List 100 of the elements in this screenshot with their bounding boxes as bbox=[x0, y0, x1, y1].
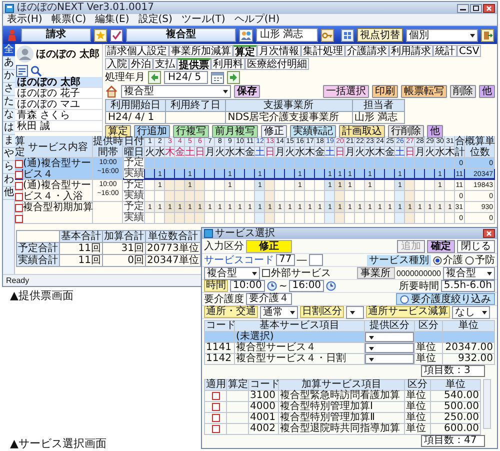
provision-select[interactable] bbox=[365, 354, 414, 364]
action-button[interactable]: 印刷 bbox=[372, 85, 398, 98]
view-select[interactable]: 個別 bbox=[406, 28, 478, 42]
checkbox[interactable] bbox=[212, 414, 220, 422]
condition-select[interactable]: なし bbox=[452, 306, 490, 318]
tab[interactable]: 提供票 bbox=[177, 58, 211, 70]
checkbox[interactable] bbox=[15, 182, 23, 190]
user-list-item[interactable]: ほのぼの マユ bbox=[15, 99, 102, 110]
action-button[interactable]: 削除 bbox=[450, 85, 476, 98]
office-select[interactable]: 複合型 bbox=[443, 266, 495, 280]
kana-tab[interactable]: ら bbox=[3, 161, 15, 174]
tab[interactable]: 算定 bbox=[233, 45, 257, 57]
tab[interactable]: 利用請求 bbox=[389, 45, 433, 57]
time-field[interactable]: 16:00 bbox=[289, 280, 324, 292]
previous-arrow-icon[interactable] bbox=[148, 71, 161, 84]
radio-button[interactable]: 予防 bbox=[465, 254, 495, 266]
condition-select[interactable] bbox=[346, 306, 364, 318]
menu-item[interactable]: ヘルプ(H) bbox=[234, 14, 280, 25]
tab[interactable]: 月次情報 bbox=[257, 45, 301, 57]
checkbox[interactable] bbox=[15, 160, 23, 168]
star-icon[interactable] bbox=[94, 28, 107, 42]
user-list-item[interactable]: 青森 さくら bbox=[15, 110, 102, 121]
menu-item[interactable]: 編集(E) bbox=[95, 14, 130, 25]
kana-tab[interactable]: や bbox=[3, 148, 15, 161]
row-action-button[interactable]: 行削除 bbox=[388, 125, 424, 138]
action-button[interactable]: 帳票転写 bbox=[401, 85, 447, 98]
row-action-button[interactable]: 修正 bbox=[261, 125, 287, 138]
next-arrow-icon[interactable] bbox=[227, 71, 240, 84]
tab[interactable]: CSV bbox=[457, 45, 482, 57]
menu-item[interactable]: ツール(T) bbox=[181, 14, 226, 25]
tab[interactable]: 事業所加減算 bbox=[169, 45, 233, 57]
kana-tab[interactable]: わ bbox=[3, 174, 15, 187]
kana-tab[interactable]: か bbox=[3, 70, 15, 83]
condition-select[interactable]: 通常 bbox=[260, 306, 298, 318]
menu-item[interactable]: 表示(H) bbox=[7, 14, 42, 25]
close-icon[interactable] bbox=[483, 4, 495, 12]
view-switch-button[interactable]: 視点切替 bbox=[357, 28, 403, 42]
row-action-button[interactable]: 行複写 bbox=[173, 125, 209, 138]
service-code-field[interactable]: 77 bbox=[276, 254, 295, 266]
tab[interactable]: 統計 bbox=[433, 45, 457, 57]
kana-tab[interactable]: 他 bbox=[3, 187, 15, 200]
time-field[interactable]: 10:00 bbox=[230, 280, 265, 292]
minimize-icon[interactable] bbox=[457, 4, 469, 12]
menu-item[interactable]: 帳票(C) bbox=[51, 14, 86, 25]
row-action-button[interactable]: 前月複写 bbox=[212, 125, 258, 138]
id-card-icon[interactable] bbox=[16, 65, 28, 77]
user-list-item[interactable]: 秋田 誠 bbox=[15, 121, 102, 132]
tab[interactable]: 利用料 bbox=[211, 58, 245, 70]
dialog-button[interactable]: 確定 bbox=[427, 240, 455, 252]
save-button[interactable]: 保存 bbox=[234, 85, 260, 98]
scrollbar[interactable] bbox=[483, 379, 491, 429]
close-icon[interactable] bbox=[483, 229, 495, 238]
period-field[interactable]: H24/ 5 bbox=[164, 71, 208, 84]
menu-item[interactable]: 設定(S) bbox=[138, 14, 172, 25]
action-button[interactable]: 一括選択 bbox=[323, 85, 369, 98]
tab[interactable]: 医療総付明細 bbox=[245, 58, 309, 70]
kana-tab[interactable]: ま bbox=[3, 135, 15, 148]
checkbox[interactable] bbox=[15, 204, 23, 212]
key-icon[interactable] bbox=[321, 28, 334, 42]
dialog-button[interactable]: 閉じる bbox=[457, 240, 495, 252]
checkbox[interactable] bbox=[212, 425, 220, 433]
action-button[interactable]: 他 bbox=[479, 85, 495, 98]
user-list-item[interactable]: ほのぼの 花子 bbox=[15, 88, 102, 99]
row-action-button[interactable]: 他 bbox=[427, 125, 443, 138]
kana-tab[interactable]: 全 bbox=[3, 44, 15, 57]
tab[interactable]: 支払 bbox=[153, 58, 177, 70]
provision-select[interactable] bbox=[365, 343, 414, 353]
service-kind-select[interactable]: 複合型 bbox=[204, 266, 260, 280]
kana-tab[interactable]: あ bbox=[3, 57, 15, 70]
row-action-button[interactable]: 計画取込 bbox=[339, 125, 385, 138]
kana-tab[interactable]: さ bbox=[3, 83, 15, 96]
tab[interactable]: 請求個人設定 bbox=[105, 45, 169, 57]
office-button[interactable]: 事業所 bbox=[356, 267, 394, 279]
calendar-icon[interactable] bbox=[211, 71, 224, 84]
checkbox[interactable] bbox=[212, 403, 220, 411]
row-action-button[interactable]: 実績転記 bbox=[290, 125, 336, 138]
filter-button[interactable]: 要介護度絞り込み bbox=[396, 293, 495, 305]
service-select[interactable]: 複合型 bbox=[121, 85, 231, 98]
grid-icon[interactable] bbox=[341, 28, 354, 42]
checkbox[interactable] bbox=[15, 170, 23, 178]
search-icon[interactable] bbox=[30, 65, 42, 77]
checklist-icon[interactable] bbox=[110, 28, 123, 42]
user-list-item[interactable]: ほのぼの 太郎 bbox=[15, 77, 102, 88]
kana-tab[interactable]: た bbox=[3, 96, 15, 109]
maximize-icon[interactable] bbox=[470, 4, 482, 12]
clock-icon[interactable] bbox=[266, 281, 277, 291]
radio-button[interactable]: 介護 bbox=[433, 254, 463, 266]
clock-icon[interactable] bbox=[326, 281, 336, 291]
exit-icon[interactable] bbox=[481, 28, 494, 42]
kana-tab[interactable]: な bbox=[3, 109, 15, 122]
tab[interactable]: 入院 bbox=[105, 58, 129, 70]
tab[interactable]: 外泊 bbox=[129, 58, 153, 70]
tab[interactable]: 介護請求 bbox=[345, 45, 389, 57]
tab[interactable]: 集計処理 bbox=[301, 45, 345, 57]
kana-tab[interactable]: は bbox=[3, 122, 15, 135]
provision-select[interactable] bbox=[365, 332, 414, 342]
input-field[interactable] bbox=[308, 254, 323, 266]
checkbox[interactable] bbox=[15, 214, 23, 222]
checkbox[interactable] bbox=[15, 192, 23, 200]
checkbox[interactable] bbox=[212, 392, 220, 400]
